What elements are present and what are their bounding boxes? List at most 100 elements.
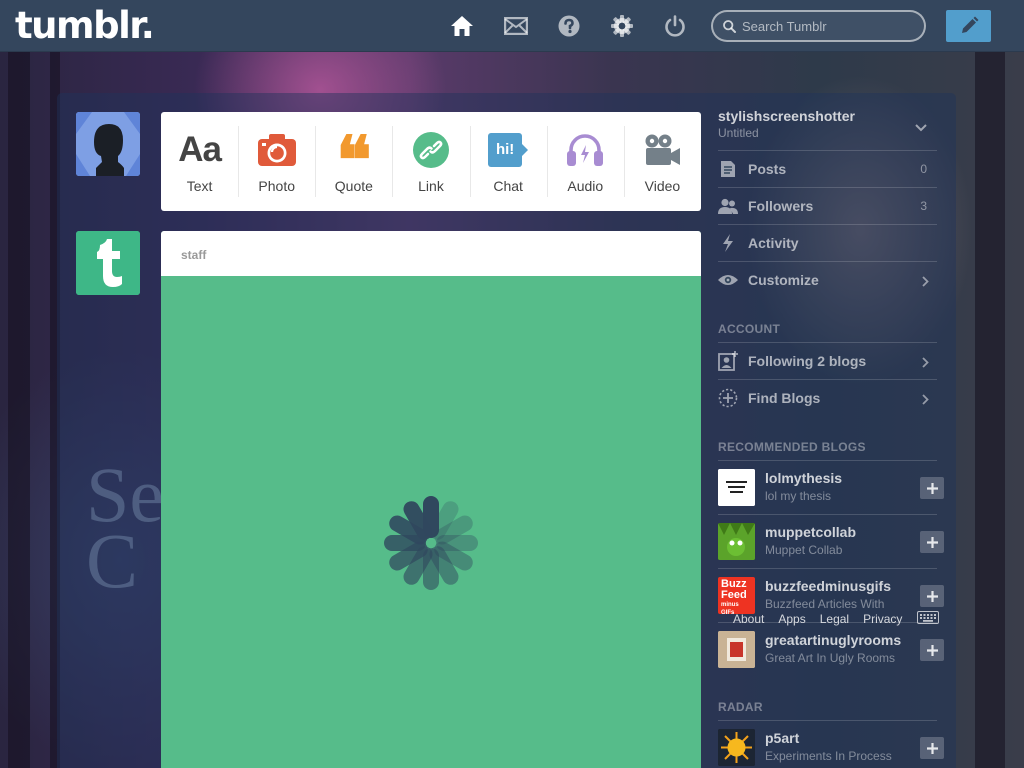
post-photo-button[interactable]: Photo <box>238 112 315 211</box>
search-box[interactable] <box>711 10 926 42</box>
plus-icon <box>926 644 938 656</box>
sidebar-item-find-blogs[interactable]: Find Blogs <box>718 379 937 416</box>
sidebar-item-posts[interactable]: Posts 0 <box>718 150 937 187</box>
search-icon <box>723 19 736 33</box>
pencil-icon <box>961 16 978 33</box>
followers-count: 3 <box>920 199 927 213</box>
blog-title: lol my thesis <box>765 489 832 503</box>
blog-name: p5art <box>765 730 800 746</box>
plus-icon <box>926 482 938 494</box>
post-blog-name[interactable]: staff <box>181 248 206 262</box>
footer-link-legal[interactable]: Legal <box>820 612 849 626</box>
post-chat-label: Chat <box>493 177 523 194</box>
chat-icon: hi! <box>488 130 529 170</box>
post-link-button[interactable]: Link <box>392 112 469 211</box>
keyboard-icon[interactable] <box>917 611 939 629</box>
tumblr-logo[interactable]: tumblr. <box>15 4 155 47</box>
power-icon[interactable] <box>661 12 689 40</box>
sidebar-item-label: Find Blogs <box>748 390 821 406</box>
blog-title: Experiments In Process <box>765 749 892 763</box>
add-person-icon <box>718 351 738 371</box>
plus-icon <box>926 590 938 602</box>
chevron-down-icon[interactable] <box>915 119 927 137</box>
post-quote-label: Quote <box>334 177 373 194</box>
post-video-button[interactable]: Video <box>623 112 701 211</box>
radar-heading: RADAR <box>718 700 763 714</box>
blog-name: greatartinuglyrooms <box>765 632 902 648</box>
post-link-label: Link <box>418 177 444 194</box>
chevron-right-icon <box>922 274 929 292</box>
chevron-right-icon <box>922 355 929 373</box>
link-icon <box>412 130 449 170</box>
footer-link-about[interactable]: About <box>733 612 764 626</box>
blog-avatar <box>718 729 755 766</box>
plus-icon <box>926 536 938 548</box>
home-icon[interactable] <box>448 12 476 40</box>
post-photo-label: Photo <box>258 177 295 194</box>
blog-name: buzzfeedminusgifs <box>765 578 892 594</box>
follow-button[interactable] <box>920 477 944 499</box>
top-header: tumblr. <box>0 0 1024 52</box>
sidebar-item-label: Activity <box>748 235 799 251</box>
blog-avatar <box>718 523 755 560</box>
follow-button[interactable] <box>920 639 944 661</box>
blog-avatar <box>718 469 755 506</box>
gear-icon[interactable] <box>608 12 636 40</box>
recommended-heading: RECOMMENDED BLOGS <box>718 440 866 454</box>
user-avatar[interactable] <box>76 112 140 176</box>
sidebar-item-label: Customize <box>748 272 819 288</box>
sidebar-item-label: Following 2 blogs <box>748 353 867 369</box>
blog-title: Great Art In Ugly Rooms <box>765 651 896 665</box>
followers-icon <box>718 196 738 216</box>
sidebar-item-customize[interactable]: Customize <box>718 261 937 298</box>
footer-links: About Apps Legal Privacy <box>733 612 916 626</box>
follow-button[interactable] <box>920 737 944 759</box>
footer-link-apps[interactable]: Apps <box>778 612 805 626</box>
sidebar-item-label: Posts <box>748 161 787 177</box>
sidebar-item-following[interactable]: Following 2 blogs <box>718 342 937 379</box>
eye-icon <box>718 270 738 290</box>
post-chat-button[interactable]: hi! Chat <box>469 112 547 211</box>
camera-icon <box>257 130 296 170</box>
inbox-icon[interactable] <box>502 12 530 40</box>
video-camera-icon <box>643 130 681 170</box>
sidebar-item-label: Followers <box>748 198 814 214</box>
blog-title: Muppet Collab <box>765 543 843 557</box>
sidebar-blog-name[interactable]: stylishscreenshotter <box>718 108 855 124</box>
post-header: staff <box>161 231 701 276</box>
sidebar-item-activity[interactable]: Activity <box>718 224 937 261</box>
sidebar-blog-title: Untitled <box>718 126 759 140</box>
staff-post: staff <box>161 231 701 768</box>
posts-count: 0 <box>920 162 927 176</box>
headphones-icon <box>566 130 604 170</box>
plus-icon <box>926 742 938 754</box>
sidebar-item-followers[interactable]: Followers 3 <box>718 187 937 224</box>
account-heading: ACCOUNT <box>718 322 781 336</box>
text-icon: Aa <box>178 129 222 169</box>
posts-icon <box>718 159 738 179</box>
recommended-blog[interactable]: greatartinuglyrooms Great Art In Ugly Ro… <box>718 622 944 676</box>
post-audio-label: Audio <box>567 177 604 194</box>
recommended-blog[interactable]: muppetcollab Muppet Collab <box>718 514 944 568</box>
radar-blog[interactable]: p5art Experiments In Process <box>718 720 944 768</box>
post-quote-button[interactable]: ❝ Quote <box>315 112 392 211</box>
follow-button[interactable] <box>920 531 944 553</box>
help-icon[interactable] <box>555 12 583 40</box>
post-text-label: Text <box>186 177 213 194</box>
sidebar: stylishscreenshotter Untitled Posts 0 Fo… <box>701 93 956 768</box>
search-input[interactable] <box>742 18 912 34</box>
compose-button[interactable] <box>946 10 991 42</box>
post-type-bar: Aa Text Photo ❝ Quote Link hi! Chat Audi… <box>161 112 701 211</box>
post-text-button[interactable]: Aa Text <box>161 112 238 211</box>
quote-icon: ❝ <box>336 120 372 199</box>
buzzfeed-logo: Buzz Feed minus GIFs <box>718 577 755 614</box>
compass-icon <box>718 388 738 408</box>
footer-link-privacy[interactable]: Privacy <box>863 612 902 626</box>
blog-avatar <box>718 631 755 668</box>
lightning-icon <box>718 233 738 253</box>
blog-name: muppetcollab <box>765 524 857 540</box>
follow-button[interactable] <box>920 585 944 607</box>
staff-avatar[interactable] <box>76 231 140 295</box>
recommended-blog[interactable]: lolmythesis lol my thesis <box>718 460 944 514</box>
post-audio-button[interactable]: Audio <box>546 112 624 211</box>
